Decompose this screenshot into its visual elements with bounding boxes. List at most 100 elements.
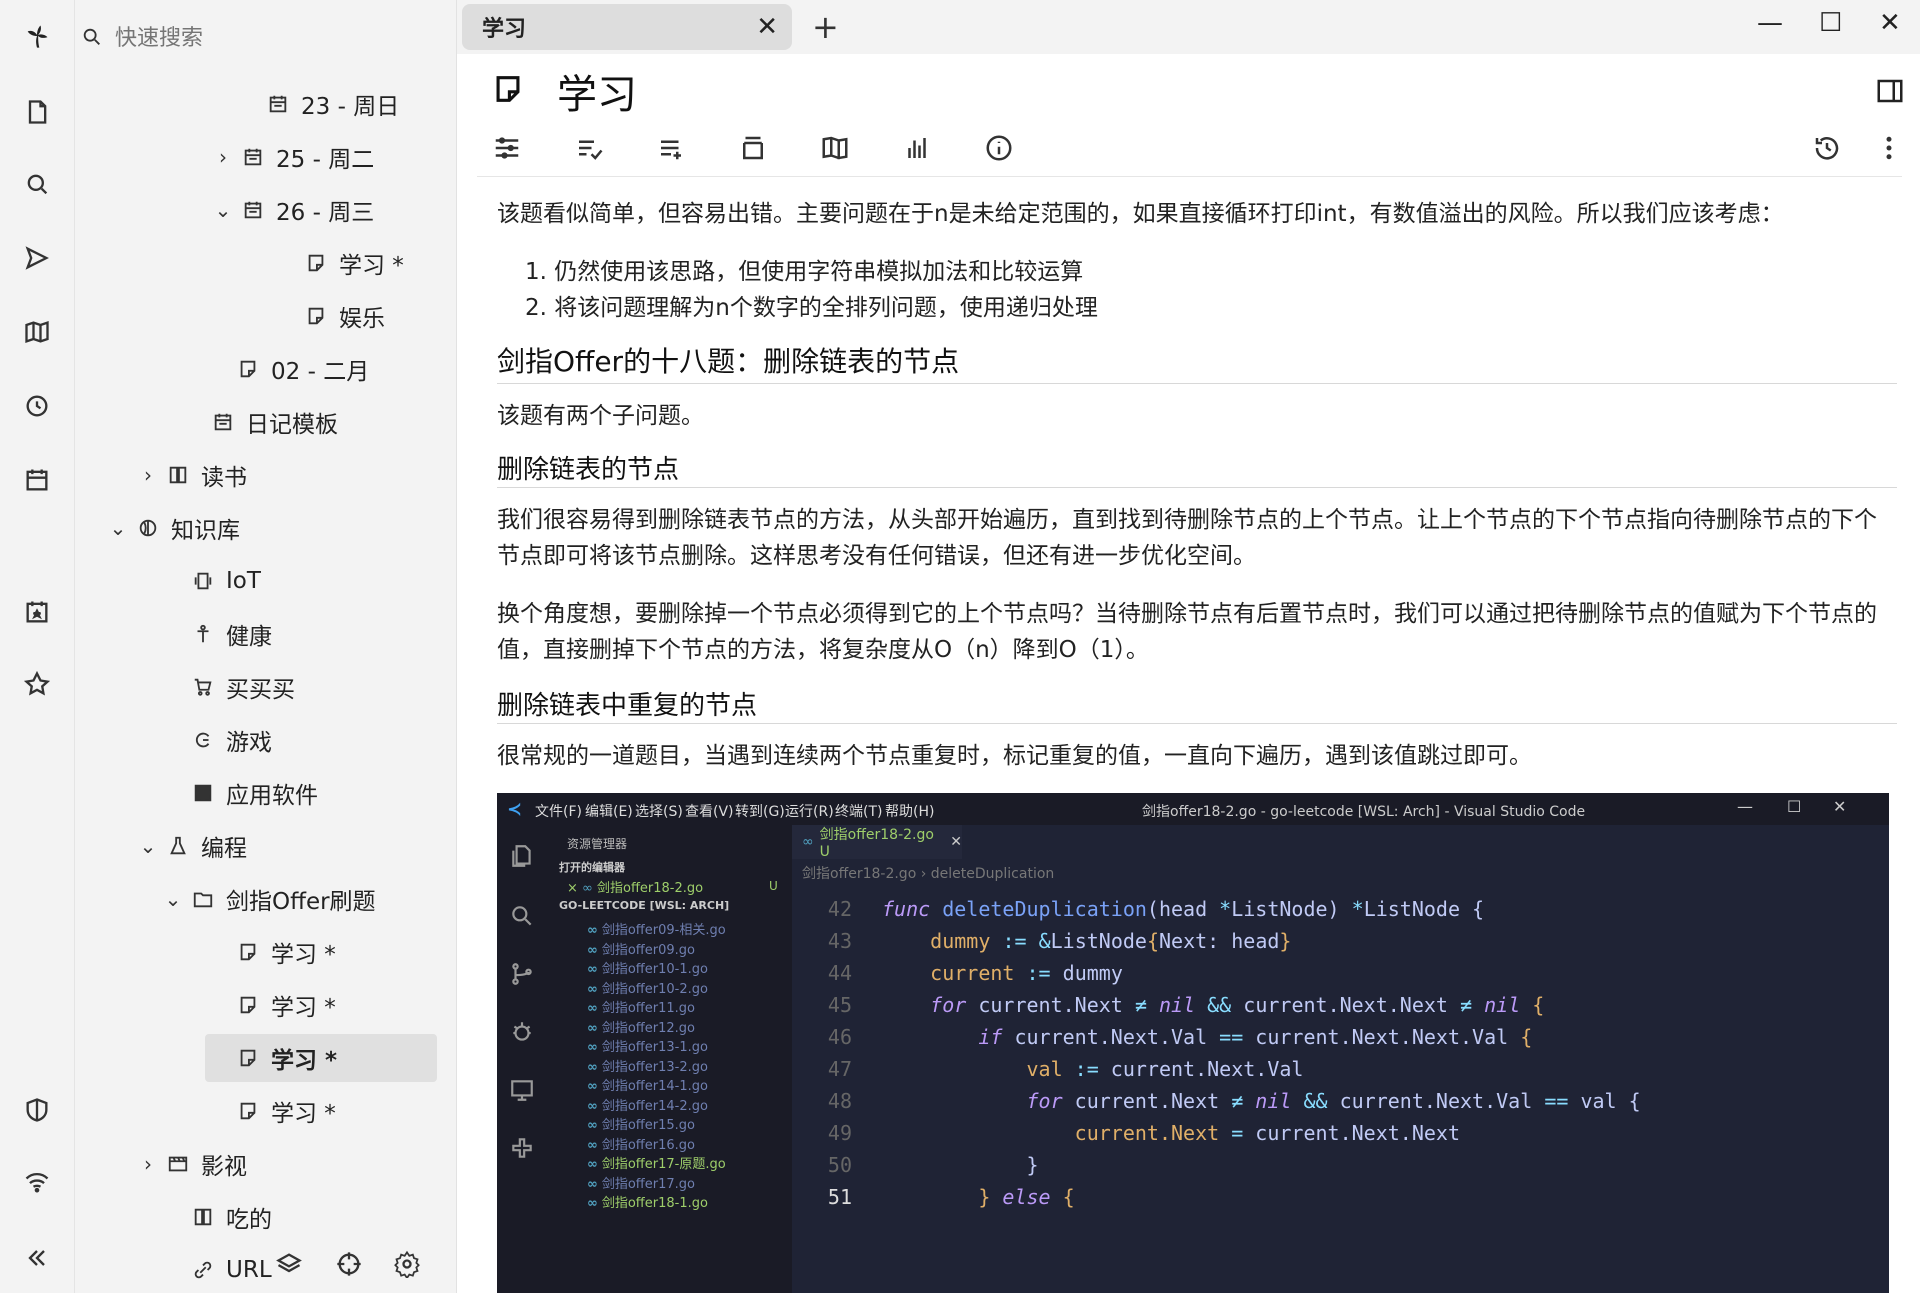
explorer-file: ∞ 剑指offer09.go	[587, 942, 695, 958]
vscode-titlebar: ≺ 文件(F) 编辑(E) 选择(S) 查看(V) 转到(G) 运行(R) 终端(T) 帮助(…	[497, 793, 1889, 825]
tree-item[interactable]: 吃的	[160, 1193, 272, 1241]
maximize-button[interactable]: ☐	[1819, 8, 1842, 38]
tree-item[interactable]: 应用软件	[160, 769, 318, 817]
tab-study[interactable]: 学习 ✕	[462, 4, 792, 50]
tree-item[interactable]: URL	[160, 1246, 272, 1293]
note-icon	[299, 303, 333, 329]
send-icon[interactable]	[17, 238, 57, 278]
heading: 删除链表的节点	[497, 455, 680, 485]
toggle-right-panel-icon[interactable]	[1875, 76, 1907, 108]
cart-icon	[186, 674, 220, 700]
tree-item-label: 23 - 周日	[301, 94, 400, 120]
tree-item[interactable]: 游戏	[160, 716, 272, 764]
tree-item[interactable]: 健康	[160, 610, 272, 658]
star-icon[interactable]	[17, 664, 57, 704]
quick-search[interactable]	[75, 18, 457, 58]
settings-icon[interactable]	[393, 1250, 423, 1280]
tree-item[interactable]: ⌄ 编程	[135, 822, 247, 870]
today-icon[interactable]	[17, 592, 57, 632]
vscode-minimize-icon: —	[1737, 797, 1753, 816]
target-icon[interactable]	[335, 1250, 365, 1280]
vscode-menu-item: 选择(S)	[635, 804, 683, 820]
more-menu-icon[interactable]	[1869, 128, 1909, 168]
edit-note-icon[interactable]	[569, 128, 609, 168]
wifi-icon[interactable]	[17, 1162, 57, 1202]
tree-item-label: 日记模板	[246, 412, 338, 438]
info-icon[interactable]	[979, 128, 1019, 168]
tree-item[interactable]: › 25 - 周二	[210, 133, 374, 181]
chevron-icon[interactable]: ⌄	[105, 516, 131, 540]
tree-item[interactable]: 23 - 周日	[235, 80, 399, 128]
map-icon[interactable]	[17, 312, 57, 352]
calendar-icon[interactable]	[17, 460, 57, 500]
line-number: 48	[827, 1089, 852, 1113]
archive-icon[interactable]	[733, 128, 773, 168]
open-editor-item: × ∞ 剑指offer18-2.go	[567, 881, 704, 896]
tree-item[interactable]: 买买买	[160, 663, 295, 711]
note-type-icon[interactable]	[491, 72, 527, 108]
chevron-icon[interactable]: ⌄	[160, 887, 186, 911]
note-icon	[231, 356, 265, 382]
tree-item[interactable]: 娱乐	[273, 292, 385, 340]
tree-item-label: 学习 *	[271, 1101, 336, 1127]
heading-underline	[497, 487, 1897, 488]
chevron-icon[interactable]: ›	[135, 463, 161, 487]
vscode-menu-item: 转到(G)	[735, 804, 785, 820]
note-tree-sidebar: 23 - 周日 › 25 - 周二 ⌄ 26 - 周三学习 * 娱乐 02 - 二月日记模板…	[75, 0, 527, 1293]
tree-item[interactable]: › 影视	[135, 1140, 247, 1188]
tab-close-icon[interactable]: ✕	[756, 12, 778, 42]
insert-child-icon[interactable]	[651, 128, 691, 168]
revision-history-icon[interactable]	[1807, 128, 1847, 168]
shield-icon[interactable]	[17, 1090, 57, 1130]
film-icon	[161, 1151, 195, 1177]
note-title[interactable]: 学习	[557, 62, 637, 120]
collapse-sidebar-icon[interactable]	[17, 1238, 57, 1278]
book-open-icon[interactable]	[815, 128, 855, 168]
line-number: 43	[827, 929, 852, 953]
tree-item[interactable]: 日记模板	[180, 398, 338, 446]
search-input[interactable]	[115, 22, 415, 54]
chevron-icon[interactable]: ›	[210, 145, 236, 169]
heading: 剑指Offer的十八题：删除链表的节点	[497, 345, 960, 378]
book-icon	[186, 1204, 220, 1230]
explorer-file: ∞ 剑指offer14-2.go	[587, 1098, 708, 1114]
note-settings-icon[interactable]	[487, 128, 527, 168]
game-icon	[186, 727, 220, 753]
chevron-icon[interactable]: ⌄	[135, 834, 161, 858]
note-icon	[231, 1045, 265, 1071]
tree-item-label: 02 - 二月	[271, 359, 370, 385]
chevron-icon[interactable]: ›	[135, 1152, 161, 1176]
explorer-title: 资源管理器	[567, 837, 628, 851]
tree-item[interactable]: 学习 *	[205, 981, 336, 1029]
note-icon	[231, 939, 265, 965]
chevron-icon[interactable]: ⌄	[210, 198, 236, 222]
new-note-icon[interactable]	[17, 92, 57, 132]
search-icon[interactable]	[17, 164, 57, 204]
book-icon	[161, 462, 195, 488]
new-tab-button[interactable]: +	[812, 8, 839, 46]
tree-item-label: 娱乐	[339, 306, 385, 332]
tree-item[interactable]: 学习 *	[205, 928, 336, 976]
tree-item[interactable]: › 读书	[135, 451, 247, 499]
tree-item[interactable]: 学习 *	[273, 239, 404, 287]
history-icon[interactable]	[17, 386, 57, 426]
vscode-menu-item: 运行(R)	[785, 804, 834, 820]
tree-item[interactable]: ⌄ 剑指Offer刷题	[160, 875, 376, 923]
tree-item[interactable]: IoT	[160, 557, 261, 605]
tree-item-label: 编程	[201, 836, 247, 862]
vscode-close-icon: ✕	[1833, 797, 1847, 816]
tree-item-label: 学习 *	[271, 942, 336, 968]
close-window-button[interactable]: ✕	[1879, 8, 1901, 38]
app-logo-icon[interactable]	[17, 16, 57, 56]
stats-icon[interactable]	[897, 128, 937, 168]
vscode-menu-item: 编辑(E)	[585, 804, 633, 820]
tree-item[interactable]: ⌄ 26 - 周三	[210, 186, 375, 234]
tree-item[interactable]: ⌄ 知识库	[105, 504, 240, 552]
vscode-maximize-icon: ☐	[1787, 797, 1802, 816]
tree-item-label: 学习 *	[339, 253, 404, 279]
tree-item[interactable]: 学习 *	[205, 1034, 437, 1082]
minimize-button[interactable]: —	[1757, 8, 1783, 38]
layers-icon[interactable]	[275, 1250, 305, 1280]
tree-item[interactable]: 学习 *	[205, 1087, 336, 1135]
tree-item[interactable]: 02 - 二月	[205, 345, 369, 393]
